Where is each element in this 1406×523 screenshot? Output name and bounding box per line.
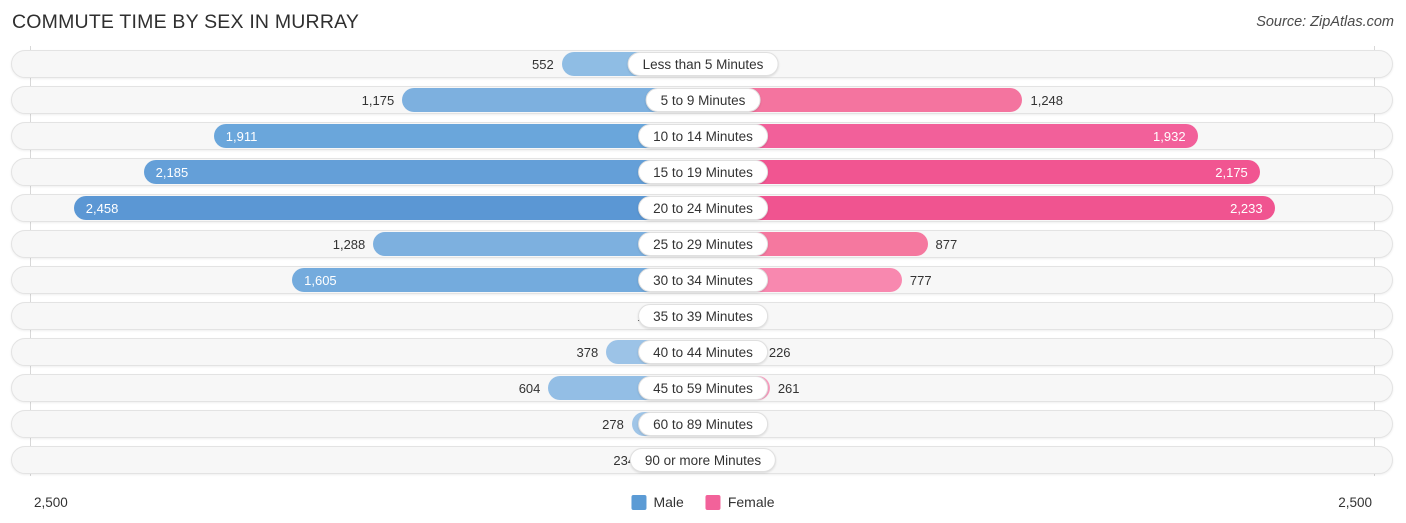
bar-value-female: 1,248 <box>1030 92 1064 108</box>
bar-row: 1416235 to 39 Minutes <box>0 302 1406 330</box>
bar-row: 1,605 777 30 to 34 Minutes <box>0 266 1406 294</box>
category-label-pill: 20 to 24 Minutes <box>638 196 768 220</box>
page-title: COMMUTE TIME BY SEX IN MURRAY <box>12 11 360 33</box>
bar-row: 1,911 1,932 10 to 14 Minutes <box>0 122 1406 150</box>
category-label-pill: 60 to 89 Minutes <box>638 412 768 436</box>
bar-value-male: 1,288 <box>332 236 366 252</box>
category-label-pill: 15 to 19 Minutes <box>638 160 768 184</box>
bar-row: 552172Less than 5 Minutes <box>0 50 1406 78</box>
bar-value-male: 604 <box>518 380 541 396</box>
bar-row: 2346790 or more Minutes <box>0 446 1406 474</box>
bar-value-female: 777 <box>909 272 932 288</box>
bar-value-male: 1,605 <box>304 272 337 288</box>
bar-value-female: 2,175 <box>1215 164 1248 180</box>
category-label-pill: 45 to 59 Minutes <box>638 376 768 400</box>
category-label-pill: 25 to 29 Minutes <box>638 232 768 256</box>
bar-row: 378 226 40 to 44 Minutes <box>0 338 1406 366</box>
bar-male[interactable]: 2,185 <box>143 160 703 184</box>
category-label-pill: 10 to 14 Minutes <box>638 124 768 148</box>
bar-value-male: 552 <box>532 56 554 72</box>
bar-male[interactable]: 1,911 <box>213 124 703 148</box>
legend-item[interactable]: Male <box>631 494 684 510</box>
bar-value-male: 1,911 <box>225 128 258 144</box>
category-label-pill: 5 to 9 Minutes <box>645 88 761 112</box>
bar-value-male: 278 <box>602 416 624 432</box>
chart-footer: 2,500 Male Female 2,500 <box>0 487 1406 523</box>
bar-value-female: 226 <box>768 344 791 360</box>
chart-header: COMMUTE TIME BY SEX IN MURRAY Source: Zi… <box>0 0 1406 46</box>
legend-label: Male <box>653 494 684 510</box>
category-label-pill: 35 to 39 Minutes <box>638 304 768 328</box>
bar-rows-container: 552172Less than 5 Minutes 1,175 1,248 5 to … <box>0 50 1406 482</box>
legend-label: Female <box>727 494 775 510</box>
bar-row: 1,175 1,248 5 to 9 Minutes <box>0 86 1406 114</box>
bar-value-male: 378 <box>576 344 599 360</box>
bar-row: 604 261 45 to 59 Minutes <box>0 374 1406 402</box>
category-label-pill: Less than 5 Minutes <box>627 52 779 76</box>
legend-swatch-icon <box>631 494 647 510</box>
bar-value-male: 2,185 <box>155 164 189 180</box>
legend-swatch-icon <box>705 494 721 510</box>
bar-value-female: 877 <box>935 236 958 252</box>
axis-tick-left: 2,500 <box>34 495 68 510</box>
bar-row: 2,185 2,175 15 to 19 Minutes <box>0 158 1406 186</box>
category-label-pill: 40 to 44 Minutes <box>638 340 768 364</box>
bar-row: 2781760 to 89 Minutes <box>0 410 1406 438</box>
bar-female[interactable]: 2,175 <box>703 160 1260 184</box>
axis-tick-right: 2,500 <box>1338 495 1372 510</box>
legend-item[interactable]: Female <box>705 494 775 510</box>
bar-value-male: 1,175 <box>361 92 395 108</box>
bar-male[interactable]: 2,458 <box>73 196 703 220</box>
chart-plot-area: 552172Less than 5 Minutes 1,175 1,248 5 to … <box>0 46 1406 486</box>
chart-legend: Male Female <box>631 494 775 510</box>
chart-root: COMMUTE TIME BY SEX IN MURRAY Source: Zi… <box>0 0 1406 523</box>
bar-value-female: 1,932 <box>1153 128 1186 144</box>
bar-row: 2,458 2,233 20 to 24 Minutes <box>0 194 1406 222</box>
bar-value-female: 2,233 <box>1230 200 1263 216</box>
bar-value-female: 261 <box>777 380 800 396</box>
category-label-pill: 90 or more Minutes <box>629 448 777 472</box>
source-attribution: Source: ZipAtlas.com <box>1256 14 1394 30</box>
category-label-pill: 30 to 34 Minutes <box>638 268 768 292</box>
bar-row: 1,288 877 25 to 29 Minutes <box>0 230 1406 258</box>
bar-value-male: 2,458 <box>85 200 119 216</box>
bar-female[interactable]: 1,932 <box>703 124 1198 148</box>
bar-female[interactable]: 2,233 <box>703 196 1275 220</box>
